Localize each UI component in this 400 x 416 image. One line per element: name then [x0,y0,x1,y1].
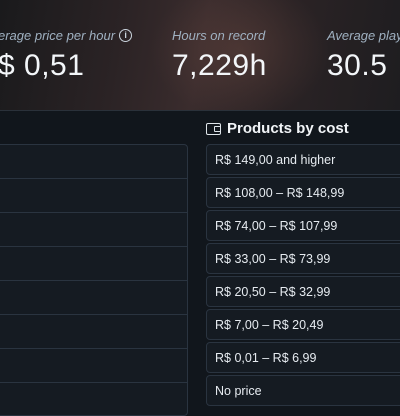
header-divider [0,110,400,111]
list-row[interactable] [0,145,187,179]
price-range-item[interactable]: R$ 74,00 – R$ 107,99 [206,210,400,241]
info-icon[interactable]: i [119,29,133,42]
stats-header: erage price per hour i $ 0,51 Hours on r… [0,0,400,110]
stat-label: erage price per hour [0,28,116,43]
stat-hours-on-record: Hours on record 7,229h [172,28,267,83]
products-by-cost-heading: Products by cost [206,120,349,137]
list-row[interactable] [0,213,187,247]
price-range-item[interactable]: R$ 108,00 – R$ 148,99 [206,177,400,208]
price-range-item[interactable]: R$ 7,00 – R$ 20,49 [206,309,400,340]
price-range-item[interactable]: No price [206,375,400,406]
price-range-item[interactable]: R$ 149,00 and higher [206,144,400,175]
price-range-item[interactable]: R$ 33,00 – R$ 73,99 [206,243,400,274]
list-row[interactable] [0,281,187,315]
stat-average-playtime: Average play 30.5 [327,28,400,83]
list-row[interactable] [0,179,187,213]
list-row[interactable] [0,315,187,349]
list-row[interactable] [0,247,187,281]
stat-value: $ 0,51 [0,49,85,82]
stat-average-price-per-hour: erage price per hour i $ 0,51 [0,28,133,83]
stat-value: 30.5 [327,49,388,82]
products-by-cost-list: R$ 149,00 and higher R$ 108,00 – R$ 148,… [206,144,400,408]
stat-label: Average play [327,28,400,43]
price-range-item[interactable]: R$ 20,50 – R$ 32,99 [206,276,400,307]
stat-value: 7,229h [172,49,267,82]
list-row[interactable] [0,349,187,383]
wallet-icon [206,122,221,135]
section-title-text: Products by cost [227,120,349,137]
stat-label: Hours on record [172,28,266,43]
price-range-item[interactable]: R$ 0,01 – R$ 6,99 [206,342,400,373]
left-list-panel [0,144,188,416]
